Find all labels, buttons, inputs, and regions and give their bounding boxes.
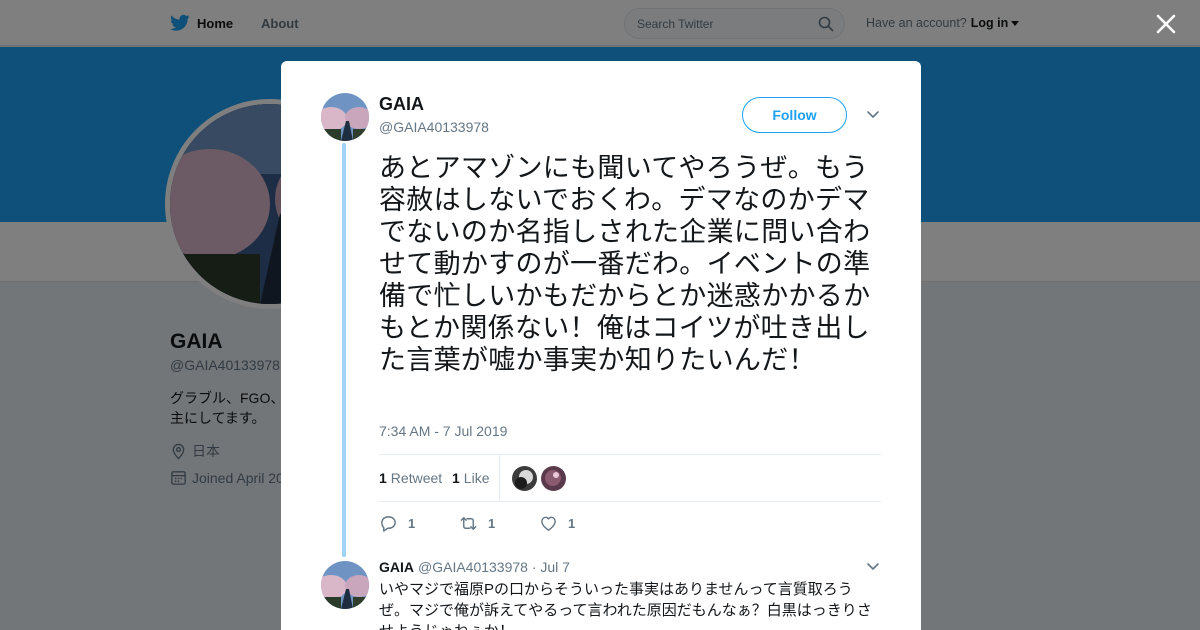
like-action-count: 1: [568, 515, 576, 531]
tweet-author-handle[interactable]: @GAIA40133978: [379, 119, 489, 135]
avatar-image: [321, 93, 369, 141]
tweet-actions: 1 1 1: [379, 512, 679, 536]
heart-icon: [541, 516, 556, 531]
reply-button[interactable]: 1: [379, 512, 415, 534]
tweet-stats: 1 Retweet 1 Like: [379, 454, 881, 502]
chevron-down-icon[interactable]: [866, 109, 880, 121]
chevron-down-icon[interactable]: [866, 561, 880, 573]
retweet-icon: [460, 516, 477, 530]
reply-author-name[interactable]: GAIA: [379, 559, 414, 575]
tweet-author-name[interactable]: GAIA: [379, 94, 424, 115]
like-count: 1: [452, 470, 460, 486]
reply-text: いやマジで福原Pの口からそういった事実はありませんって言質取ろうぜ。マジで俺が訴…: [379, 581, 872, 630]
reply-author-avatar[interactable]: [321, 561, 369, 609]
liker-avatar[interactable]: [541, 466, 566, 491]
like-stat[interactable]: 1 Like: [452, 455, 489, 501]
stats-divider: [499, 455, 500, 501]
retweet-stat[interactable]: 1 Retweet: [379, 455, 442, 501]
tweet-author-avatar[interactable]: [321, 93, 369, 141]
avatar-image: [321, 561, 369, 609]
retweet-stat-label: Retweet: [390, 470, 443, 486]
tweet-timestamp[interactable]: 7:34 AM - 7 Jul 2019: [379, 423, 507, 439]
retweet-button[interactable]: 1: [459, 512, 495, 534]
avatar-image: [541, 466, 566, 491]
thread-connector-line: [342, 143, 346, 557]
liker-avatar[interactable]: [512, 466, 537, 491]
reply-action-count: 1: [408, 515, 416, 531]
tweet-text: あとアマゾンにも聞いてやろうぜ。もう容赦はしないでおくわ。デマなのかデマでないの…: [379, 153, 871, 375]
avatar-image: [512, 466, 537, 491]
reply-handle-date[interactable]: @GAIA40133978 · Jul 7: [418, 559, 570, 575]
reply-icon: [381, 515, 396, 532]
retweet-action-count: 1: [488, 515, 496, 531]
like-button[interactable]: 1: [539, 512, 575, 534]
reply-header: GAIA @GAIA40133978 · Jul 7: [379, 559, 570, 575]
follow-button[interactable]: Follow: [742, 97, 847, 133]
like-stat-label: Like: [463, 470, 490, 486]
close-icon[interactable]: [1154, 12, 1178, 36]
tweet-permalink-modal: GAIA @GAIA40133978 Follow あとアマゾンにも聞いてやろう…: [281, 61, 921, 630]
retweet-count: 1: [379, 470, 387, 486]
